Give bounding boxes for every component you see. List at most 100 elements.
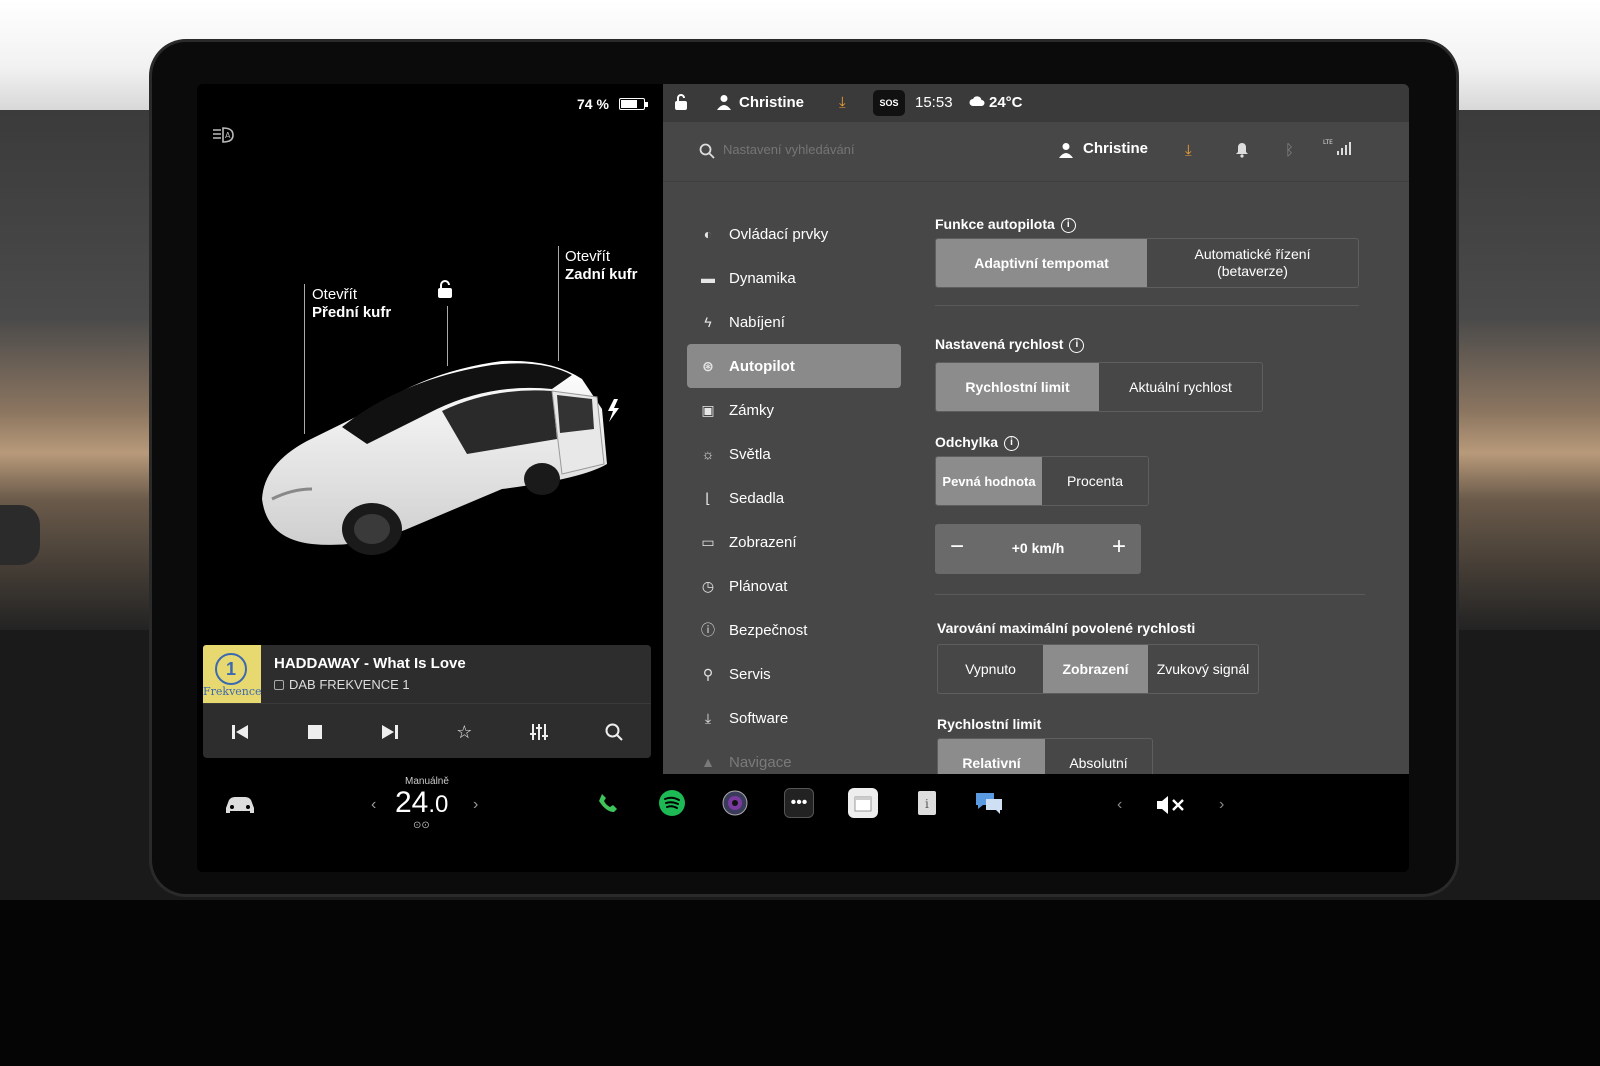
next-track-icon[interactable] (375, 717, 405, 747)
option-adaptive-cruise[interactable]: Adaptivní tempomat (936, 239, 1147, 287)
media-divider (203, 703, 651, 704)
camera-icon[interactable] (720, 788, 750, 818)
nav-label: Zámky (729, 401, 774, 419)
steering-wheel-icon: ⊛ (702, 358, 714, 374)
volume-down-icon[interactable]: ‹ (1117, 796, 1122, 814)
doors-unlocked-icon[interactable] (673, 93, 689, 115)
nav-label: Ovládací prvky (729, 225, 829, 243)
nav-item-locks[interactable]: ▣ Zámky (687, 388, 901, 432)
previous-track-icon[interactable] (225, 717, 255, 747)
car-panel: 74 % A Otevřít Přední kufr Otevřít Zadní… (197, 84, 663, 774)
manual-info-icon[interactable]: i (912, 788, 942, 818)
profile-icon[interactable] (1059, 142, 1073, 162)
option-percent[interactable]: Procenta (1042, 457, 1148, 505)
settings-search-input[interactable] (723, 142, 1023, 157)
unlock-icon[interactable] (435, 280, 452, 298)
nav-label: Bezpečnost (729, 621, 808, 639)
option-display[interactable]: Zobrazení (1043, 645, 1148, 693)
seat-icon: ⌊ (705, 490, 711, 506)
status-download-icon[interactable]: ⤓ (839, 94, 846, 111)
increase-offset-button[interactable]: + (1107, 535, 1131, 560)
nav-item-service[interactable]: ⚲ Servis (687, 652, 901, 696)
rear-trunk-callout (558, 246, 559, 361)
bolt-icon: ϟ (704, 314, 712, 330)
option-autosteer[interactable]: Automatické řízení (betaverze) (1147, 239, 1358, 287)
nav-item-display[interactable]: ▭ Zobrazení (687, 520, 901, 564)
option-fixed-value[interactable]: Pevná hodnota (936, 457, 1042, 505)
nav-label: Světla (729, 445, 771, 463)
settings-header: Christine ⤓ ᛒ LTE (663, 122, 1409, 182)
features-title: Funkce autopilota (935, 216, 1055, 232)
temp-increase-icon[interactable]: › (473, 796, 478, 814)
temp-decrease-icon[interactable]: ‹ (371, 796, 376, 814)
nav-item-lights[interactable]: ☼ Světla (687, 432, 901, 476)
vent-knob (0, 505, 40, 565)
nav-item-controls[interactable]: ◐ Ovládací prvky (687, 212, 901, 256)
status-user-icon[interactable] (717, 94, 731, 114)
profile-name[interactable]: Christine (1083, 140, 1148, 157)
option-speed-limit[interactable]: Rychlostní limit (936, 363, 1099, 411)
nav-item-seats[interactable]: ⌊ Sedadla (687, 476, 901, 520)
info-icon[interactable]: i (1004, 435, 1020, 451)
clock: 15:53 (915, 94, 953, 111)
battery-fill (621, 100, 637, 108)
display-icon: ▭ (701, 534, 715, 550)
option-off[interactable]: Vypnuto (938, 645, 1043, 693)
calendar-icon[interactable] (848, 788, 878, 818)
battery-percent: 74 % (577, 96, 609, 112)
offset-segment: Pevná hodnota Procenta (935, 456, 1149, 506)
rear-trunk-action: Otevřít (565, 248, 611, 265)
phone-icon[interactable] (593, 788, 623, 818)
lte-label: LTE (1323, 139, 1333, 146)
car-controls-icon[interactable] (223, 794, 257, 821)
bluetooth-icon[interactable]: ᛒ (1285, 142, 1294, 159)
nav-item-safety[interactable]: ⓘ Bezpečnost (687, 608, 901, 652)
equalizer-icon[interactable] (524, 717, 554, 747)
seat-heater-icon[interactable]: ⊙⊙ (413, 820, 430, 831)
cabin-temperature[interactable]: 24.0 (395, 786, 448, 820)
speed-warning-segment: Vypnuto Zobrazení Zvukový signál (937, 644, 1259, 694)
album-art[interactable]: 1 Frekvence (203, 645, 261, 703)
front-trunk-button[interactable]: Otevřít Přední kufr (312, 286, 391, 322)
nav-item-charging[interactable]: ϟ Nabíjení (687, 300, 901, 344)
nav-label: Nabíjení (729, 313, 785, 331)
status-user-name[interactable]: Christine (739, 94, 804, 111)
nav-item-autopilot[interactable]: ⊛ Autopilot (687, 344, 901, 388)
rear-trunk-button[interactable]: Otevřít Zadní kufr (565, 248, 638, 284)
decrease-offset-button[interactable]: − (945, 535, 969, 560)
dashboard-right (1440, 110, 1600, 630)
spotify-icon[interactable] (657, 788, 687, 818)
messages-icon[interactable] (974, 788, 1004, 818)
track-title: HADDAWAY - What Is Love (274, 655, 466, 672)
section-title-speed-limit: Rychlostní limit (937, 716, 1042, 732)
section-divider (935, 594, 1365, 595)
option-current-speed[interactable]: Aktuální rychlost (1099, 363, 1262, 411)
notification-bell-icon[interactable] (1235, 142, 1249, 162)
favorite-star-icon[interactable]: ☆ (449, 717, 479, 747)
nav-label: Plánovat (729, 577, 788, 595)
stop-icon[interactable] (300, 717, 330, 747)
cloud-icon (969, 94, 985, 111)
sun-icon: ☼ (701, 446, 715, 462)
section-title-features: Funkce autopilota i (935, 216, 1076, 233)
offset-value: +0 km/h (1011, 540, 1065, 556)
sos-button[interactable]: SOS (873, 90, 905, 116)
front-trunk-label: Přední kufr (312, 304, 392, 321)
nav-item-schedule[interactable]: ◷ Plánovat (687, 564, 901, 608)
nav-item-dynamics[interactable]: ▬ Dynamika (687, 256, 901, 300)
auto-headlights-icon[interactable]: A (211, 126, 239, 149)
volume-up-icon[interactable]: › (1219, 796, 1224, 814)
svg-text:A: A (225, 131, 231, 140)
info-icon[interactable]: i (1060, 217, 1076, 233)
more-apps-icon[interactable]: ••• (784, 788, 814, 818)
nav-item-software[interactable]: ⤓ Software (687, 696, 901, 740)
offset-stepper: − +0 km/h + (935, 524, 1141, 574)
download-icon: ⤓ (704, 710, 712, 726)
nav-label: Dynamika (729, 269, 796, 287)
media-search-icon[interactable] (599, 717, 629, 747)
option-chime[interactable]: Zvukový signál (1148, 645, 1258, 693)
software-download-icon[interactable]: ⤓ (1185, 142, 1192, 159)
lte-signal-icon: LTE (1323, 138, 1353, 162)
info-icon[interactable]: i (1069, 337, 1085, 353)
mute-icon[interactable] (1155, 794, 1187, 822)
